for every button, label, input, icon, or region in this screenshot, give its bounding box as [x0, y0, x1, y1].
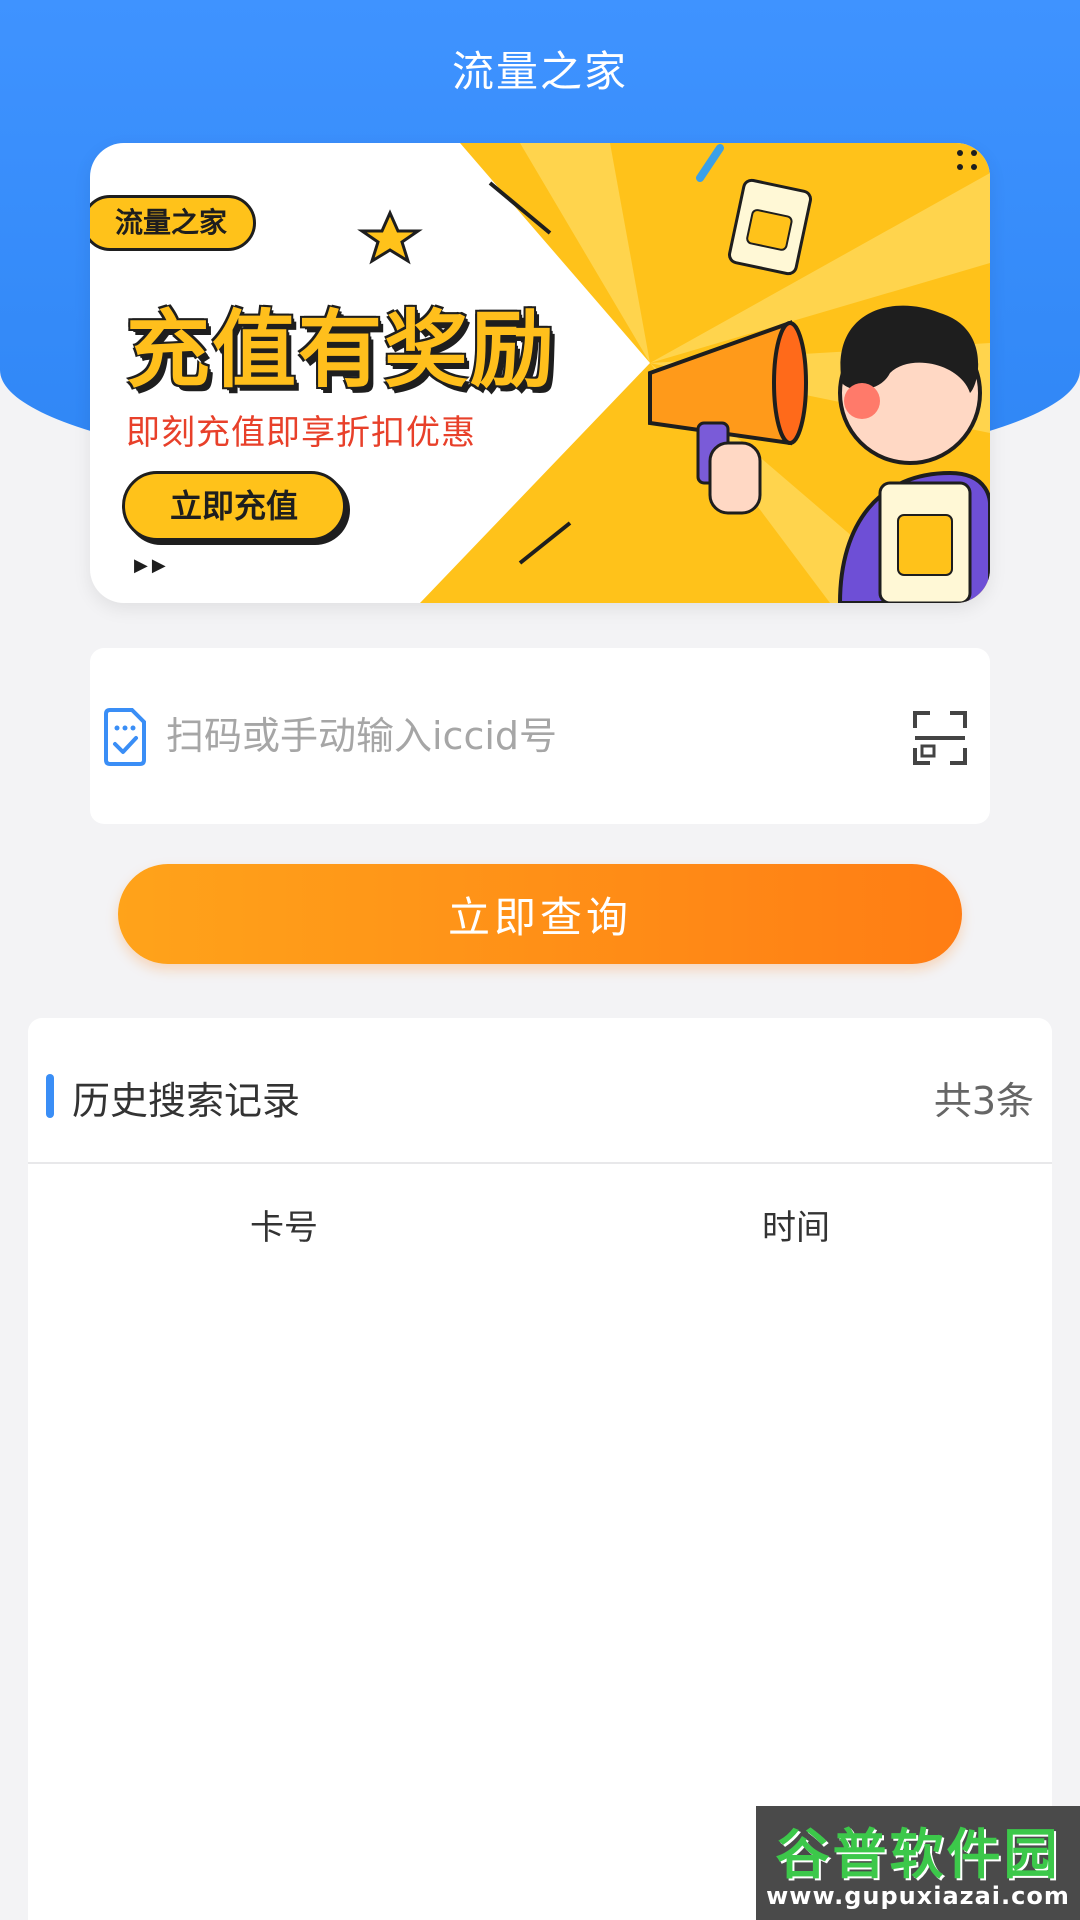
banner-arrows: ▶▶ [134, 555, 170, 576]
history-header: 历史搜索记录 共3条 [28, 1018, 1052, 1164]
history-count: 共3条 [933, 1079, 1034, 1123]
accent-bar [46, 1074, 54, 1118]
banner-headline: 充值有奖励 [126, 301, 557, 399]
iccid-input-card [90, 648, 990, 824]
banner-subline: 即刻充值即享折扣优惠 [126, 413, 476, 453]
watermark: 谷普软件园 www.gupuxiazai.com [756, 1806, 1080, 1920]
history-panel: 历史搜索记录 共3条 卡号 时间 [28, 1018, 1052, 1920]
watermark-url: www.gupuxiazai.com [766, 1882, 1070, 1910]
sim-card-icon [104, 708, 146, 766]
column-header-card-number: 卡号 [250, 1208, 318, 1248]
banner-tag: 流量之家 [90, 195, 257, 251]
recharge-now-button[interactable]: 立即充值 [122, 471, 346, 541]
promo-banner[interactable]: 流量之家 充值有奖励 即刻充值即享折扣优惠 立即充值 ▶▶ [90, 143, 990, 603]
query-button[interactable]: 立即查询 [118, 864, 962, 964]
history-title: 历史搜索记录 [72, 1079, 301, 1123]
watermark-title: 谷普软件园 [775, 1823, 1061, 1886]
page-title: 流量之家 [451, 47, 628, 96]
iccid-input[interactable] [166, 696, 866, 776]
column-header-time: 时间 [762, 1208, 830, 1248]
scan-icon[interactable] [912, 710, 968, 766]
